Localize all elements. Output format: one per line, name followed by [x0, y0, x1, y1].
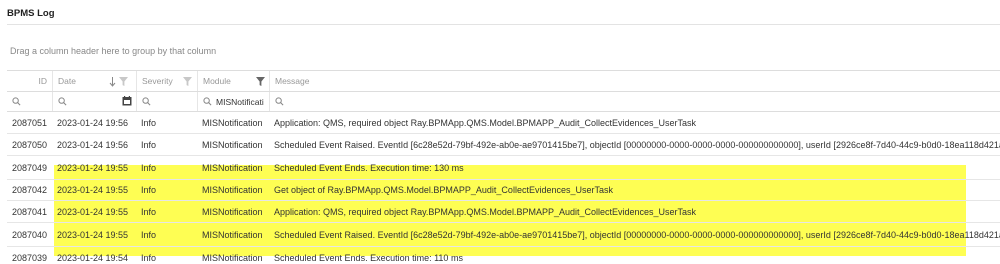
column-header-id[interactable]: ID — [7, 71, 52, 91]
group-panel-hint[interactable]: Drag a column header here to group by th… — [10, 46, 216, 56]
filter-funnel-icon[interactable] — [183, 77, 192, 86]
cell-severity: Info — [141, 162, 157, 173]
cell-message: Get object of Ray.BPMApp.QMS.Model.BPMAP… — [274, 185, 613, 195]
column-header-label: Severity — [142, 76, 173, 86]
table-row[interactable]: 2087049 2023-01-24 19:55 Info MISNotific… — [7, 156, 1000, 180]
column-header-module[interactable]: Module — [197, 71, 269, 91]
cell-message: Scheduled Event Ends. Execution time: 13… — [274, 162, 464, 173]
table-row[interactable]: 2087051 2023-01-24 19:56 Info MISNotific… — [7, 112, 1000, 134]
search-icon — [203, 97, 212, 106]
column-header-message[interactable]: Message — [269, 71, 1000, 91]
cell-message: Application: QMS, required object Ray.BP… — [274, 206, 697, 217]
search-icon — [58, 97, 67, 106]
sort-descending-icon[interactable] — [109, 77, 116, 87]
filter-row: MISNotificati — [7, 92, 1000, 112]
module-filter-input[interactable]: MISNotificati — [216, 97, 264, 107]
cell-id: 2087041 — [11, 206, 47, 217]
filter-cell-message[interactable] — [269, 92, 1000, 111]
cell-id: 2087040 — [11, 229, 47, 240]
column-header-severity[interactable]: Severity — [136, 71, 197, 91]
cell-date: 2023-01-24 19:56 — [57, 139, 129, 150]
log-grid: ID Date Severity Module Message MISNotif… — [7, 70, 1000, 264]
cell-id: 2087051 — [11, 117, 47, 128]
search-icon — [12, 97, 21, 106]
column-header-date[interactable]: Date — [52, 71, 136, 91]
cell-severity: Info — [141, 229, 157, 240]
cell-date: 2023-01-24 19:56 — [57, 117, 129, 128]
calendar-icon[interactable] — [122, 96, 132, 106]
filter-cell-severity[interactable] — [136, 92, 197, 111]
filter-cell-id[interactable] — [7, 92, 52, 111]
cell-message: Scheduled Event Ends. Execution time: 11… — [274, 253, 463, 263]
cell-id: 2087050 — [11, 139, 47, 150]
column-headers: ID Date Severity Module Message — [7, 70, 1000, 92]
cell-id: 2087049 — [11, 162, 47, 173]
cell-date: 2023-01-24 19:55 — [57, 185, 129, 195]
cell-module: MISNotification — [202, 206, 263, 217]
table-row[interactable]: 2087040 2023-01-24 19:55 Info MISNotific… — [7, 223, 1000, 247]
filter-cell-module[interactable]: MISNotificati — [197, 92, 269, 111]
cell-severity: Info — [141, 185, 157, 195]
cell-date: 2023-01-24 19:55 — [57, 206, 129, 217]
search-icon — [275, 97, 284, 106]
column-header-label: Message — [275, 76, 310, 86]
column-header-label: Date — [58, 76, 76, 86]
cell-severity: Info — [141, 206, 157, 217]
cell-message: Application: QMS, required object Ray.BP… — [274, 117, 697, 128]
cell-date: 2023-01-24 19:55 — [57, 162, 129, 173]
cell-date: 2023-01-24 19:54 — [57, 253, 129, 263]
cell-message: Scheduled Event Raised. EventId [6c28e52… — [274, 229, 1000, 240]
cell-severity: Info — [141, 253, 157, 263]
table-row[interactable]: 2087050 2023-01-24 19:56 Info MISNotific… — [7, 134, 1000, 156]
cell-module: MISNotification — [202, 139, 263, 150]
cell-severity: Info — [141, 139, 157, 150]
cell-module: MISNotification — [202, 253, 263, 263]
cell-id: 2087042 — [11, 185, 47, 195]
cell-module: MISNotification — [202, 185, 263, 195]
table-body: 2087051 2023-01-24 19:56 Info MISNotific… — [7, 112, 1000, 264]
filter-cell-date[interactable] — [52, 92, 136, 111]
cell-module: MISNotification — [202, 229, 263, 240]
cell-severity: Info — [141, 117, 157, 128]
cell-message: Scheduled Event Raised. EventId [6c28e52… — [274, 139, 1000, 150]
table-row[interactable]: 2087039 2023-01-24 19:54 Info MISNotific… — [7, 247, 1000, 264]
cell-module: MISNotification — [202, 117, 263, 128]
search-icon — [142, 97, 151, 106]
cell-module: MISNotification — [202, 162, 263, 173]
filter-funnel-icon-active[interactable] — [256, 77, 265, 86]
filter-funnel-icon[interactable] — [119, 77, 128, 86]
title-divider — [7, 24, 1000, 25]
column-header-label: Module — [203, 76, 231, 86]
cell-id: 2087039 — [11, 253, 47, 263]
table-row[interactable]: 2087041 2023-01-24 19:55 Info MISNotific… — [7, 201, 1000, 223]
panel-title: BPMS Log — [7, 8, 55, 19]
column-header-label: ID — [38, 76, 48, 86]
table-row[interactable]: 2087042 2023-01-24 19:55 Info MISNotific… — [7, 180, 1000, 201]
cell-date: 2023-01-24 19:55 — [57, 229, 129, 240]
